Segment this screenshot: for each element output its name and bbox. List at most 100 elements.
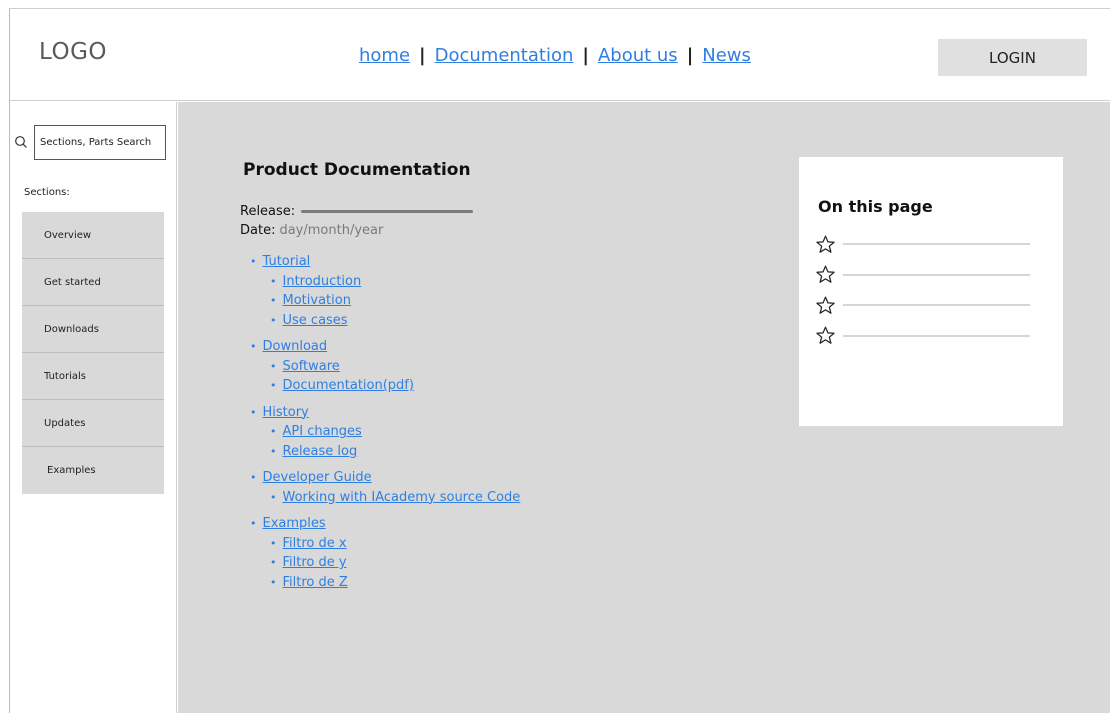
toc-sublist: • API changes • Release log [250, 422, 520, 461]
toc-subitem: • Motivation [270, 291, 520, 311]
sidebar-item-updates[interactable]: Updates [22, 400, 164, 447]
bullet: • [270, 379, 277, 392]
bullet: • [250, 340, 257, 353]
toc-group: • Tutorial • Introduction • Motivation • Use ca… [250, 252, 520, 330]
toc-subitem: • Software [270, 357, 520, 377]
toc-subitem: • API changes [270, 422, 520, 442]
sidebar: Sections: Overview Get started Downloads… [10, 102, 177, 713]
bullet: • [250, 471, 257, 484]
star-icon [816, 265, 835, 284]
on-this-page-card: On this page [799, 157, 1063, 426]
toc-link[interactable]: Examples [263, 516, 326, 531]
bullet: • [270, 274, 277, 288]
toc-link[interactable]: Tutorial [263, 254, 311, 269]
bullet: • [250, 405, 257, 419]
toc-group: • Download • Software • Documentation(pdf) [250, 337, 520, 396]
on-this-page-placeholder-line [843, 304, 1030, 307]
sidebar-item-get-started[interactable]: Get started [22, 259, 164, 306]
bullet: • [270, 490, 277, 504]
toc-sublist: • Filtro de x • Filtro de y • Filtro de Z [250, 534, 520, 593]
toc-sublink[interactable]: Use cases [283, 313, 348, 328]
on-this-page-placeholder-line [843, 243, 1030, 246]
bullet: • [270, 556, 277, 569]
nav-link-documentation[interactable]: Documentation [435, 45, 574, 66]
on-this-page-title: On this page [818, 197, 933, 216]
table-of-contents: • Tutorial • Introduction • Motivation • Use ca… [250, 252, 520, 599]
toc-subitem: • Filtro de y [270, 553, 520, 573]
toc-subitem: • Filtro de x [270, 534, 520, 554]
release-row: Release: [240, 204, 474, 219]
toc-link[interactable]: History [263, 405, 309, 420]
toc-group: • Examples • Filtro de x • Filtro de y • Filtro… [250, 514, 520, 592]
nav-separator: | [419, 45, 426, 66]
toc-sublist: • Software • Documentation(pdf) [250, 357, 520, 396]
date-value: day/month/year [279, 223, 384, 238]
bullet: • [270, 444, 277, 458]
toc-group: • Developer Guide • Working with IAcademy s… [250, 468, 520, 507]
on-this-page-item[interactable] [815, 260, 1030, 291]
date-row: Date: day/month/year [240, 223, 383, 238]
nav-separator: | [582, 45, 589, 66]
on-this-page-item[interactable] [815, 321, 1030, 352]
toc-sublink[interactable]: Introduction [283, 274, 362, 289]
sidebar-item-overview[interactable]: Overview [22, 212, 164, 259]
toc-group: • History • API changes • Release log [250, 403, 520, 462]
toc-sublist: • Working with IAcademy source Code [250, 488, 520, 508]
nav-link-news[interactable]: News [702, 45, 751, 66]
toc-sublink[interactable]: Working with IAcademy source Code [283, 490, 521, 505]
page-frame: LOGO home | Documentation | About us | News LO… [9, 8, 1110, 713]
on-this-page-item[interactable] [815, 229, 1030, 260]
toc-sublink[interactable]: Motivation [283, 293, 351, 308]
top-nav: home | Documentation | About us | News [359, 45, 751, 66]
sidebar-item-tutorials[interactable]: Tutorials [22, 353, 164, 400]
toc-sublink[interactable]: Release log [283, 444, 358, 459]
logo: LOGO [39, 39, 108, 65]
section-list: Overview Get started Downloads Tutorials… [22, 212, 164, 494]
toc-link[interactable]: Developer Guide [263, 470, 372, 485]
star-icon [816, 235, 835, 253]
star-icon [816, 326, 835, 345]
toc-subitem: • Working with IAcademy source Code [270, 488, 520, 508]
nav-link-home[interactable]: home [359, 45, 410, 66]
toc-sublink[interactable]: Filtro de x [283, 536, 347, 551]
release-label: Release: [240, 204, 296, 219]
release-placeholder-line [301, 210, 474, 213]
toc-sublink[interactable]: Filtro de Z [283, 575, 348, 590]
star-icon [816, 296, 835, 314]
header: LOGO home | Documentation | About us | News LO… [10, 9, 1110, 101]
bullet: • [270, 294, 277, 307]
toc-sublink[interactable]: Filtro de y [283, 555, 347, 570]
bullet: • [250, 517, 257, 530]
sidebar-item-examples[interactable]: Examples [22, 447, 164, 494]
bullet: • [270, 575, 277, 589]
nav-link-about-us[interactable]: About us [598, 45, 678, 66]
toc-subitem: • Introduction [270, 272, 520, 292]
bullet: • [270, 536, 277, 550]
main-content: Product Documentation Release: Date: day/… [178, 102, 1110, 713]
on-this-page-placeholder-line [843, 273, 1030, 276]
on-this-page-list [815, 229, 1030, 351]
bullet: • [270, 425, 277, 438]
toc-sublist: • Introduction • Motivation • Use cases [250, 272, 520, 331]
page-title: Product Documentation [243, 160, 471, 180]
toc-sublink[interactable]: Documentation(pdf) [283, 378, 414, 393]
search-icon[interactable] [14, 135, 28, 149]
date-label: Date: [240, 223, 276, 238]
nav-separator: | [686, 45, 694, 66]
toc-sublink[interactable]: API changes [283, 424, 362, 439]
bullet: • [270, 313, 277, 327]
sidebar-item-downloads[interactable]: Downloads [22, 306, 164, 353]
toc-subitem: • Use cases [270, 311, 520, 331]
on-this-page-placeholder-line [843, 334, 1030, 337]
login-button[interactable]: LOGIN [938, 39, 1087, 76]
toc-subitem: • Filtro de Z [270, 573, 520, 593]
sections-label: Sections: [24, 187, 70, 198]
bullet: • [270, 359, 277, 373]
toc-subitem: • Documentation(pdf) [270, 376, 520, 396]
toc-sublink[interactable]: Software [283, 359, 340, 374]
bullet: • [250, 255, 257, 268]
toc-link[interactable]: Download [263, 339, 328, 354]
search-input[interactable] [34, 125, 166, 160]
toc-list: • Tutorial • Introduction • Motivation • Use ca… [250, 252, 520, 592]
on-this-page-item[interactable] [815, 290, 1030, 321]
